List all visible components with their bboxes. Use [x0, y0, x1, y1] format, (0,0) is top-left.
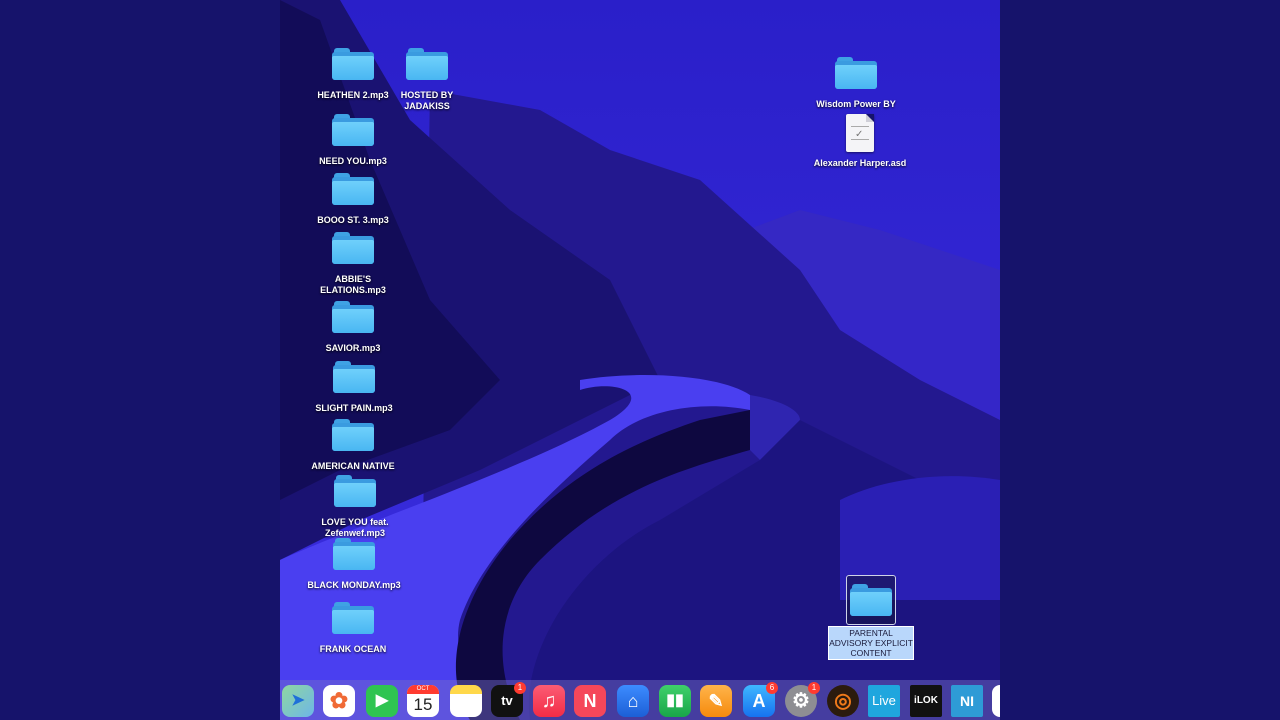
folder-icon — [332, 173, 374, 205]
folder-frank-ocean[interactable]: FRANK OCEAN — [303, 602, 403, 655]
dock-ilok-icon[interactable]: iLOK — [910, 685, 942, 717]
dock-pages-icon[interactable]: ✎ — [700, 685, 732, 717]
folder-label: NEED YOU.mp3 — [319, 156, 387, 166]
folder-label: FRANK OCEAN — [319, 644, 387, 654]
ni-label: NI — [960, 693, 974, 709]
folder-abbies-elations[interactable]: ABBIE'S ELATIONS.mp3 — [303, 232, 403, 296]
folder-american-native[interactable]: AMERICAN NATIVE — [303, 419, 403, 472]
live-label: Live — [872, 693, 896, 708]
folder-icon — [332, 301, 374, 333]
document-icon: ✓ — [846, 114, 874, 152]
desktop: HEATHEN 2.mp3 HOSTED BY JADAKISS NEED YO… — [280, 0, 1000, 720]
dock-news-icon[interactable]: N — [574, 685, 606, 717]
calendar-day: 15 — [413, 695, 433, 714]
folder-label: SAVIOR.mp3 — [325, 343, 381, 353]
file-alexander-harper[interactable]: ✓ Alexander Harper.asd — [810, 114, 910, 169]
folder-booo-st-3[interactable]: BOOO ST. 3.mp3 — [303, 173, 403, 226]
folder-icon — [333, 361, 375, 393]
folder-label: LOVE YOU feat. Zefenwef.mp3 — [321, 517, 389, 538]
dock: ➤ ✿ ▶ OCT 15 tv 1 ♫ N ⌂ ▮▮ ✎ A 6 ⚙ 1 ◎ L… — [280, 680, 1000, 720]
dock-music-icon[interactable]: ♫ — [533, 685, 565, 717]
folder-slight-pain[interactable]: SLIGHT PAIN.mp3 — [304, 361, 404, 414]
folder-icon — [332, 602, 374, 634]
notification-badge: 1 — [514, 682, 526, 694]
selected-folder-highlight[interactable] — [846, 575, 896, 625]
folder-hosted-by-jadakiss[interactable]: HOSTED BY JADAKISS — [377, 48, 477, 112]
folder-icon — [332, 48, 374, 80]
dock-maps-icon[interactable]: ➤ — [282, 685, 314, 717]
dock-tv-item[interactable]: tv 1 — [491, 682, 526, 717]
folder-love-you[interactable]: LOVE YOU feat. Zefenwef.mp3 — [305, 475, 405, 539]
dock-photos-icon[interactable]: ✿ — [323, 685, 355, 717]
folder-savior[interactable]: SAVIOR.mp3 — [303, 301, 403, 354]
folder-wisdom-power-by[interactable]: Wisdom Power BY — [806, 57, 906, 110]
dock-partial-icon[interactable] — [992, 685, 1000, 717]
folder-need-you[interactable]: NEED YOU.mp3 — [303, 114, 403, 167]
folder-icon — [332, 419, 374, 451]
dock-calendar-icon[interactable]: OCT 15 — [407, 685, 439, 717]
folder-label: SLIGHT PAIN.mp3 — [315, 403, 393, 413]
folder-label: BOOO ST. 3.mp3 — [317, 215, 389, 225]
dock-app-orange-icon[interactable]: ◎ — [827, 685, 859, 717]
folder-label: BLACK MONDAY.mp3 — [307, 580, 401, 590]
folder-label: Wisdom Power BY — [816, 99, 896, 109]
folder-label: HOSTED BY JADAKISS — [400, 90, 454, 111]
notification-badge: 6 — [766, 682, 778, 694]
file-label: Alexander Harper.asd — [813, 158, 907, 168]
folder-icon — [332, 232, 374, 264]
folder-icon — [334, 475, 376, 507]
selected-folder-label[interactable]: PARENTAL ADVISORY EXPLICIT CONTENT — [828, 626, 914, 660]
folder-icon — [850, 584, 892, 616]
dock-settings-item[interactable]: ⚙ 1 — [785, 682, 820, 717]
calendar-month: OCT — [407, 685, 439, 694]
folder-icon — [835, 57, 877, 89]
dock-native-instruments-icon[interactable]: NI — [951, 685, 983, 717]
dock-numbers-icon[interactable]: ▮▮ — [659, 685, 691, 717]
dock-live-icon[interactable]: Live — [868, 685, 900, 717]
folder-icon — [332, 114, 374, 146]
dock-appstore-item[interactable]: A 6 — [743, 682, 778, 717]
dock-facetime-icon[interactable]: ▶ — [366, 685, 398, 717]
folder-icon — [406, 48, 448, 80]
ilok-label: iLOK — [914, 695, 938, 706]
folder-label: ABBIE'S ELATIONS.mp3 — [320, 274, 386, 295]
folder-label: AMERICAN NATIVE — [311, 461, 395, 471]
dock-keynote-icon[interactable]: ⌂ — [617, 685, 649, 717]
folder-icon — [333, 538, 375, 570]
notification-badge: 1 — [808, 682, 820, 694]
dock-notes-icon[interactable] — [450, 685, 482, 717]
folder-black-monday[interactable]: BLACK MONDAY.mp3 — [304, 538, 404, 591]
